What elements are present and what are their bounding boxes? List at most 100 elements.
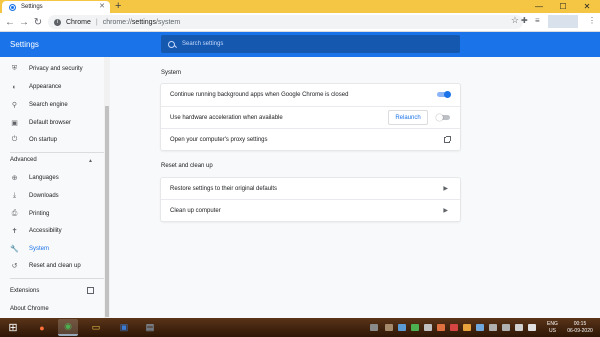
word-icon[interactable]: ▣ xyxy=(114,319,134,336)
page-title: Settings xyxy=(10,40,39,49)
tab-strip: Settings ✕ + — ☐ ✕ xyxy=(0,0,600,13)
chevron-up-icon[interactable]: ▲ xyxy=(88,158,93,164)
back-arrow-icon[interactable]: ← xyxy=(3,15,17,29)
printer-icon: ⎙ xyxy=(11,210,18,217)
sidebar-item-privacy[interactable]: ⛨ Privacy and security xyxy=(0,62,104,76)
windows-start-icon[interactable]: ⊞ xyxy=(2,319,24,336)
reset-section-title: Reset and clean up xyxy=(161,163,213,169)
hardware-acceleration-toggle[interactable] xyxy=(436,113,450,121)
keyboard-tray-icon[interactable] xyxy=(370,324,378,331)
reload-icon[interactable]: ↻ xyxy=(31,15,45,29)
restore-defaults-row[interactable]: Restore settings to their original defau… xyxy=(161,178,460,200)
forward-arrow-icon[interactable]: → xyxy=(17,15,31,29)
system-card: Continue running background apps when Go… xyxy=(161,84,460,150)
tray-icon[interactable] xyxy=(385,324,393,331)
background-apps-toggle[interactable] xyxy=(437,90,451,98)
minimize-button[interactable]: — xyxy=(528,0,550,13)
volume-icon[interactable] xyxy=(515,324,523,331)
sidebar-item-label: Downloads xyxy=(29,193,59,199)
sidebar-item-label: Accessibility xyxy=(29,228,62,234)
address-separator: | xyxy=(95,18,98,26)
row-label: Clean up computer xyxy=(170,207,221,214)
sidebar-item-downloads[interactable]: ⤓ Downloads xyxy=(0,189,104,203)
wrench-icon: 🔧 xyxy=(10,246,19,253)
clock-time[interactable]: 00:15 xyxy=(567,321,593,327)
tray-icon[interactable] xyxy=(450,324,458,331)
tray-icon[interactable] xyxy=(411,324,419,331)
sidebar-item-system[interactable]: 🔧 System xyxy=(0,242,104,256)
sidebar-advanced-toggle[interactable]: Advanced xyxy=(10,157,37,163)
menu-dots-icon[interactable]: ⋮ xyxy=(588,17,596,25)
sidebar-divider xyxy=(10,152,104,153)
clean-up-computer-row[interactable]: Clean up computer ▶ xyxy=(161,199,460,221)
chrome-icon[interactable]: ◉ xyxy=(58,319,78,336)
close-tab-icon[interactable]: ✕ xyxy=(99,3,105,11)
sidebar-item-label: Default browser xyxy=(29,120,72,126)
tray-icon[interactable] xyxy=(476,324,484,331)
power-icon: ⏻ xyxy=(11,136,18,143)
relaunch-button[interactable]: Relaunch xyxy=(388,110,428,125)
maximize-button[interactable]: ☐ xyxy=(552,0,574,13)
settings-sidebar: ⛨ Privacy and security ◐ Appearance ⚲ Se… xyxy=(0,57,108,318)
row-label: Restore settings to their original defau… xyxy=(170,186,278,192)
extensions-puzzle-icon[interactable]: ✚ xyxy=(521,16,528,25)
shield-icon: ⛨ xyxy=(11,65,18,72)
sidebar-item-reset[interactable]: ↺ Reset and clean up xyxy=(0,259,104,273)
firefox-icon[interactable]: ● xyxy=(32,319,52,336)
open-in-new-icon[interactable] xyxy=(87,287,94,294)
browser-toolbar: ← → ↻ i Chrome | chrome://settings/syste… xyxy=(0,13,600,32)
reset-card: Restore settings to their original defau… xyxy=(161,178,460,221)
file-explorer-icon[interactable]: ▭ xyxy=(86,319,106,336)
sidebar-item-on-startup[interactable]: ⏻ On startup xyxy=(0,133,104,147)
close-window-button[interactable]: ✕ xyxy=(576,0,598,13)
media-queue-icon[interactable]: ≡ xyxy=(535,16,540,25)
tray-icon[interactable] xyxy=(437,324,445,331)
network-icon[interactable] xyxy=(489,324,497,331)
sidebar-item-about-chrome[interactable]: About Chrome xyxy=(10,306,49,312)
search-placeholder: Search settings xyxy=(182,41,224,47)
sidebar-item-languages[interactable]: ⊕ Languages xyxy=(0,171,104,185)
sidebar-scroll-thumb[interactable] xyxy=(105,106,109,317)
tray-icon[interactable] xyxy=(398,324,406,331)
accessibility-icon: ✝ xyxy=(11,228,18,235)
tab-settings[interactable]: Settings ✕ xyxy=(2,1,110,13)
sidebar-item-label: Reset and clean up xyxy=(29,263,81,269)
sidebar-item-accessibility[interactable]: ✝ Accessibility xyxy=(0,224,104,238)
palette-icon: ◐ xyxy=(12,83,17,91)
search-icon xyxy=(168,40,175,48)
app-window-icon[interactable]: ▤ xyxy=(140,319,160,336)
site-info-icon[interactable]: i xyxy=(54,18,61,26)
profile-avatar[interactable] xyxy=(548,15,578,28)
new-tab-button[interactable]: + xyxy=(115,0,121,13)
search-icon: ⚲ xyxy=(11,102,18,109)
row-label: Use hardware acceleration when available xyxy=(170,114,283,121)
sidebar-divider xyxy=(10,278,104,279)
battery-icon[interactable] xyxy=(502,324,510,331)
proxy-settings-row[interactable]: Open your computer's proxy settings xyxy=(161,128,460,150)
search-settings-input[interactable]: Search settings xyxy=(161,35,460,53)
sidebar-item-default-browser[interactable]: ▣ Default browser xyxy=(0,116,104,130)
bookmark-star-icon[interactable]: ☆ xyxy=(511,15,519,26)
sidebar-item-label: Languages xyxy=(29,175,59,181)
background-apps-row[interactable]: Continue running background apps when Go… xyxy=(161,84,460,106)
open-in-new-icon[interactable] xyxy=(444,136,451,143)
hardware-acceleration-row[interactable]: Use hardware acceleration when available… xyxy=(161,106,460,128)
clock-date: 06-09-2020 xyxy=(567,328,593,334)
language-indicator[interactable]: ENG xyxy=(547,321,558,327)
sidebar-item-search-engine[interactable]: ⚲ Search engine xyxy=(0,98,104,112)
language-region: US xyxy=(549,328,556,334)
download-icon: ⤓ xyxy=(12,192,17,199)
sidebar-item-printing[interactable]: ⎙ Printing xyxy=(0,207,104,221)
address-url: chrome://settings/system xyxy=(102,18,181,26)
address-bar[interactable]: i Chrome | chrome://settings/system ☆ xyxy=(48,15,523,29)
chevron-right-icon: ▶ xyxy=(443,208,448,214)
address-origin: Chrome xyxy=(66,18,91,26)
sidebar-item-appearance[interactable]: ◐ Appearance xyxy=(0,80,104,94)
sidebar-item-label: Search engine xyxy=(29,102,68,108)
tray-icon[interactable] xyxy=(463,324,471,331)
tray-icon[interactable] xyxy=(528,324,536,331)
tray-icon[interactable] xyxy=(424,324,432,331)
system-section-title: System xyxy=(161,70,182,76)
windows-taskbar: ⊞ ● ◉ ▭ ▣ ▤ ENG US 00:15 06-09-2020 xyxy=(0,318,600,337)
sidebar-item-extensions[interactable]: Extensions xyxy=(10,288,39,294)
